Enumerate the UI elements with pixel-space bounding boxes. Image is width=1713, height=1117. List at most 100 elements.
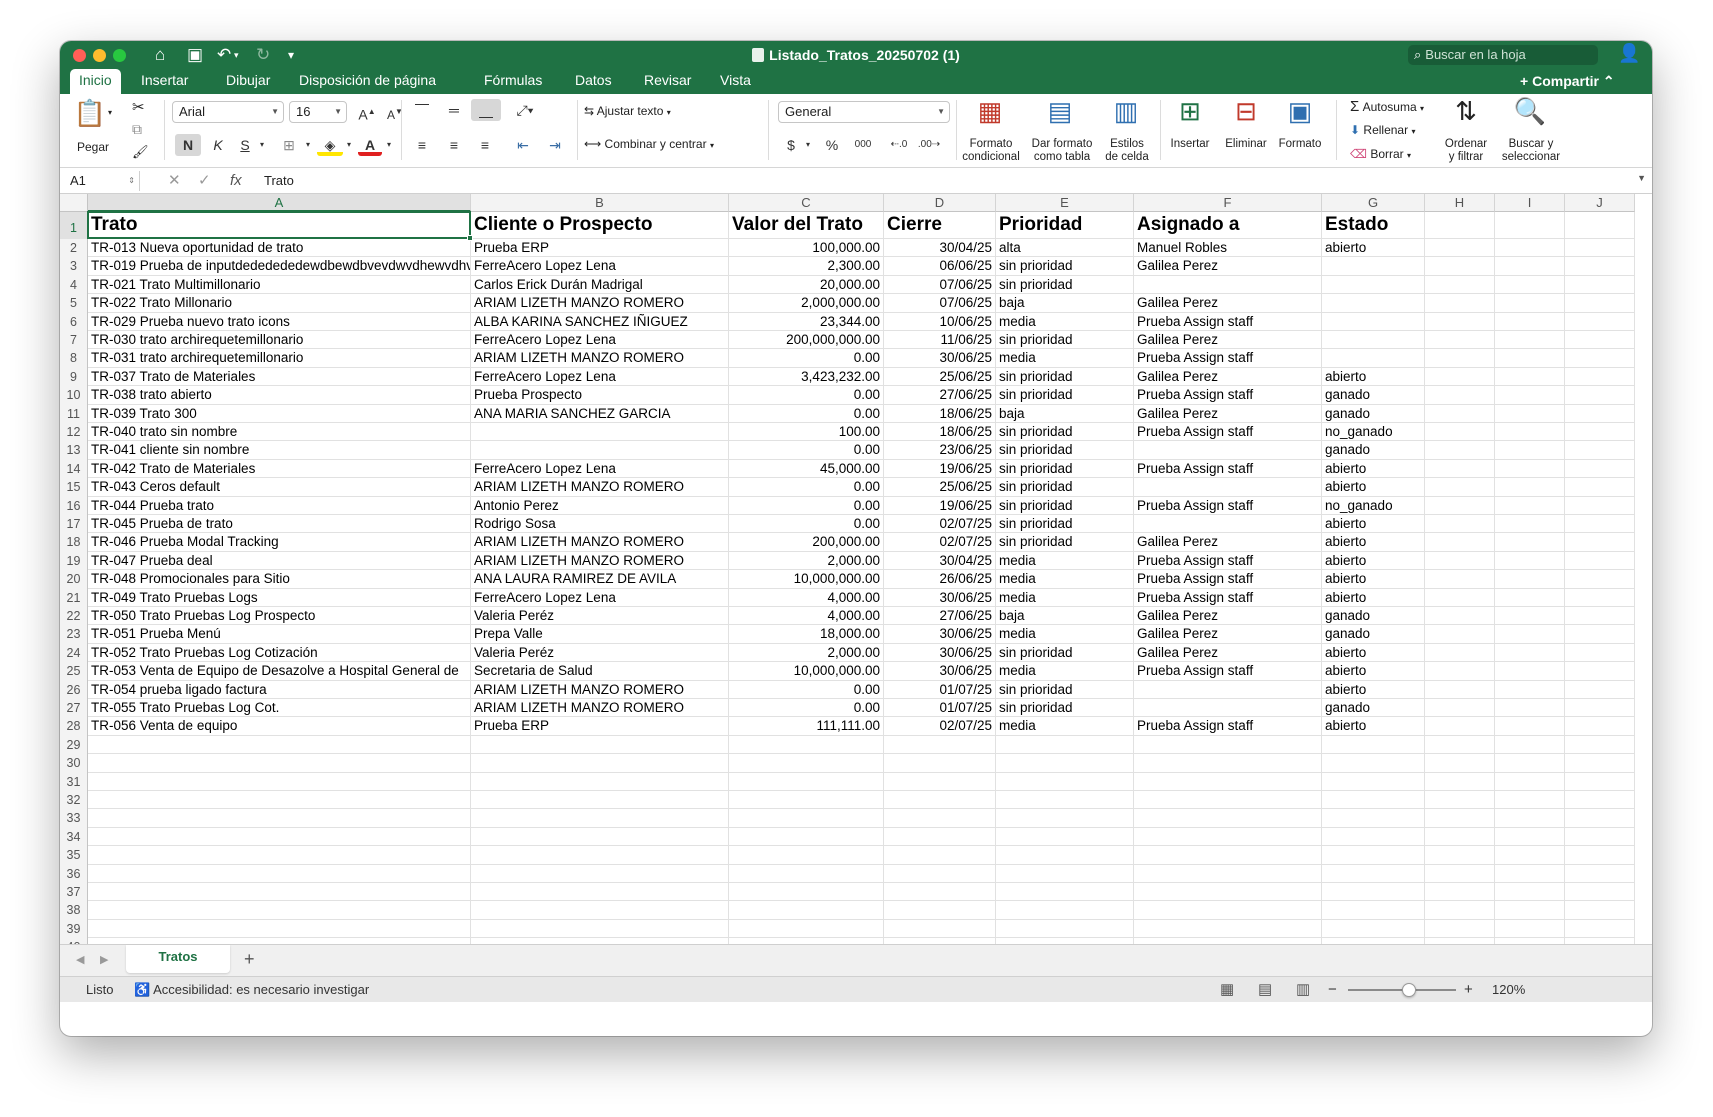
- cell-c[interactable]: 0.00: [729, 478, 884, 497]
- cell-j[interactable]: [1565, 459, 1635, 479]
- cell-j[interactable]: [1565, 588, 1635, 607]
- cell-i[interactable]: [1495, 404, 1565, 423]
- cell-d[interactable]: [884, 809, 996, 828]
- cell-j[interactable]: [1565, 827, 1635, 847]
- cell-d[interactable]: 06/06/25: [884, 257, 996, 276]
- cell-f[interactable]: Prueba Assign staff: [1134, 386, 1322, 405]
- cell-e[interactable]: sin prioridad: [996, 367, 1134, 387]
- cell-a[interactable]: TR-042 Trato de Materiales: [88, 459, 471, 479]
- cell-i[interactable]: [1495, 459, 1565, 479]
- cell-h[interactable]: [1425, 515, 1495, 534]
- header-cell-j[interactable]: [1565, 212, 1635, 239]
- cell-g[interactable]: no_ganado: [1322, 496, 1425, 515]
- cell-g[interactable]: [1322, 827, 1425, 847]
- cell-i[interactable]: [1495, 294, 1565, 313]
- cell-g[interactable]: [1322, 275, 1425, 295]
- row-header[interactable]: 23: [60, 625, 88, 644]
- cell-g[interactable]: [1322, 846, 1425, 865]
- orientation-icon[interactable]: ⤢▾: [508, 99, 542, 121]
- cell-f[interactable]: [1134, 864, 1322, 883]
- cell-i[interactable]: [1495, 496, 1565, 515]
- cell-g[interactable]: ganado: [1322, 386, 1425, 405]
- cell-f[interactable]: Manuel Robles: [1134, 239, 1322, 258]
- cell-c[interactable]: [729, 901, 884, 920]
- cell-b[interactable]: [471, 864, 729, 883]
- cell-d[interactable]: 25/06/25: [884, 367, 996, 387]
- cell-i[interactable]: [1495, 478, 1565, 497]
- cell-f[interactable]: Prueba Assign staff: [1134, 423, 1322, 442]
- cell-b[interactable]: [471, 919, 729, 939]
- cell-c[interactable]: [729, 791, 884, 810]
- cell-i[interactable]: [1495, 772, 1565, 791]
- cell-i[interactable]: [1495, 699, 1565, 718]
- cell-j[interactable]: [1565, 791, 1635, 810]
- cell-h[interactable]: [1425, 662, 1495, 681]
- zoom-slider[interactable]: [1348, 983, 1456, 997]
- cell-a[interactable]: [88, 754, 471, 773]
- sheet-tab-tratos[interactable]: Tratos: [126, 945, 230, 973]
- row-header[interactable]: 33: [60, 809, 88, 828]
- sort-filter-icon[interactable]: ⇅: [1446, 96, 1486, 126]
- cell-e[interactable]: sin prioridad: [996, 423, 1134, 442]
- cell-b[interactable]: ARIAM LIZETH MANZO ROMERO: [471, 699, 729, 718]
- align-left-icon[interactable]: ≡: [408, 134, 436, 156]
- cell-a[interactable]: TR-043 Ceros default: [88, 478, 471, 497]
- cell-b[interactable]: Valeria Peréz: [471, 643, 729, 663]
- cell-b[interactable]: ARIAM LIZETH MANZO ROMERO: [471, 680, 729, 699]
- select-all-corner[interactable]: [60, 194, 88, 212]
- cell-j[interactable]: [1565, 570, 1635, 589]
- decrease-font-icon[interactable]: A▼: [382, 101, 408, 123]
- cell-j[interactable]: [1565, 919, 1635, 939]
- percent-button[interactable]: %: [820, 134, 844, 156]
- bold-button[interactable]: N: [175, 134, 201, 156]
- borders-dropdown-icon[interactable]: ▾: [303, 134, 313, 156]
- cell-a[interactable]: [88, 919, 471, 939]
- cell-f[interactable]: Prueba Assign staff: [1134, 496, 1322, 515]
- expand-formula-bar-icon[interactable]: ▼: [1637, 173, 1646, 183]
- cell-i[interactable]: [1495, 349, 1565, 368]
- cell-f[interactable]: Prueba Assign staff: [1134, 312, 1322, 331]
- format-cells-icon[interactable]: ▣: [1280, 96, 1320, 126]
- find-select-button[interactable]: Buscar y seleccionar: [1496, 138, 1566, 164]
- cell-d[interactable]: 27/06/25: [884, 386, 996, 405]
- cell-h[interactable]: [1425, 680, 1495, 699]
- row-header[interactable]: 19: [60, 551, 88, 571]
- cell-f[interactable]: [1134, 441, 1322, 460]
- row-header[interactable]: 1: [60, 212, 88, 239]
- column-header-e[interactable]: E: [996, 194, 1134, 212]
- cell-b[interactable]: [471, 735, 729, 755]
- name-box-stepper-icon[interactable]: ⇕: [128, 171, 135, 191]
- cell-b[interactable]: FerreAcero Lopez Lena: [471, 588, 729, 607]
- cell-c[interactable]: 2,300.00: [729, 257, 884, 276]
- cell-f[interactable]: [1134, 791, 1322, 810]
- cell-f[interactable]: [1134, 680, 1322, 699]
- cell-b[interactable]: [471, 809, 729, 828]
- cell-g[interactable]: abierto: [1322, 533, 1425, 552]
- cell-j[interactable]: [1565, 809, 1635, 828]
- cell-j[interactable]: [1565, 386, 1635, 405]
- cell-a[interactable]: [88, 883, 471, 902]
- row-header[interactable]: 8: [60, 349, 88, 368]
- row-header[interactable]: 15: [60, 478, 88, 497]
- cell-h[interactable]: [1425, 312, 1495, 331]
- cell-g[interactable]: [1322, 257, 1425, 276]
- align-bottom-icon[interactable]: ⎽: [471, 99, 501, 121]
- cell-i[interactable]: [1495, 883, 1565, 902]
- cell-g[interactable]: [1322, 294, 1425, 313]
- row-header[interactable]: 35: [60, 846, 88, 865]
- cell-a[interactable]: TR-048 Promocionales para Sitio: [88, 570, 471, 589]
- cell-d[interactable]: 30/06/25: [884, 588, 996, 607]
- cell-g[interactable]: abierto: [1322, 239, 1425, 258]
- cell-d[interactable]: 30/06/25: [884, 349, 996, 368]
- cell-d[interactable]: 30/06/25: [884, 662, 996, 681]
- cell-f[interactable]: [1134, 846, 1322, 865]
- cell-b[interactable]: FerreAcero Lopez Lena: [471, 459, 729, 479]
- font-size-select[interactable]: 16 ▼: [289, 101, 347, 123]
- fill-color-icon[interactable]: ◈: [317, 134, 343, 156]
- row-header[interactable]: 30: [60, 754, 88, 773]
- cell-d[interactable]: 07/06/25: [884, 275, 996, 295]
- cell-b[interactable]: ANA MARIA SANCHEZ GARCIA: [471, 404, 729, 423]
- header-cell-f[interactable]: Asignado a: [1134, 212, 1322, 239]
- cell-c[interactable]: 10,000,000.00: [729, 662, 884, 681]
- tab-datos[interactable]: Datos: [566, 69, 621, 94]
